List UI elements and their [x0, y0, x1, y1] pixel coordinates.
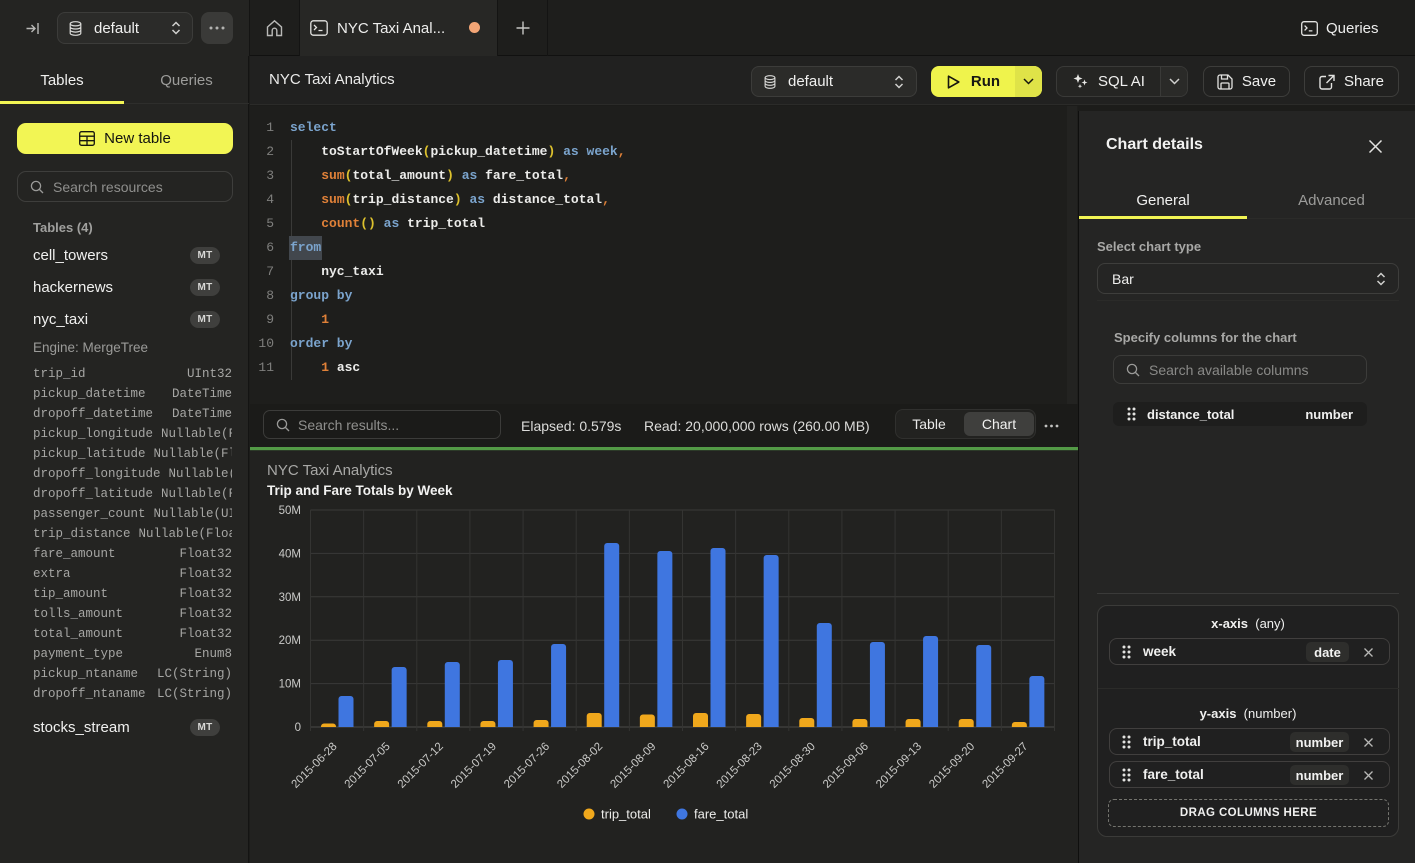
svg-text:2015-08-09: 2015-08-09 — [608, 741, 658, 791]
svg-text:trip_total: trip_total — [601, 807, 651, 822]
svg-text:2015-08-02: 2015-08-02 — [555, 741, 605, 791]
svg-text:2015-09-20: 2015-09-20 — [927, 741, 977, 791]
svg-text:2015-08-16: 2015-08-16 — [662, 741, 712, 791]
svg-text:2015-09-27: 2015-09-27 — [980, 741, 1030, 791]
svg-text:10M: 10M — [279, 679, 301, 691]
svg-text:0: 0 — [295, 722, 301, 734]
svg-text:2015-07-19: 2015-07-19 — [449, 741, 499, 791]
svg-text:30M: 30M — [279, 592, 301, 604]
svg-text:2015-09-06: 2015-09-06 — [821, 741, 871, 791]
svg-text:fare_total: fare_total — [694, 807, 748, 822]
svg-text:2015-07-05: 2015-07-05 — [343, 741, 393, 791]
svg-text:2015-07-26: 2015-07-26 — [502, 741, 552, 791]
svg-text:20M: 20M — [279, 635, 301, 647]
svg-text:2015-08-23: 2015-08-23 — [715, 741, 765, 791]
svg-text:2015-09-13: 2015-09-13 — [874, 741, 924, 791]
svg-text:Trip and Fare Totals by Week: Trip and Fare Totals by Week — [267, 483, 453, 498]
svg-text:2015-08-30: 2015-08-30 — [768, 741, 818, 791]
svg-text:50M: 50M — [279, 505, 301, 517]
svg-text:40M: 40M — [279, 548, 301, 560]
svg-text:2015-07-12: 2015-07-12 — [396, 741, 446, 791]
svg-text:2015-06-28: 2015-06-28 — [290, 741, 340, 791]
svg-text:NYC Taxi Analytics: NYC Taxi Analytics — [267, 462, 393, 479]
